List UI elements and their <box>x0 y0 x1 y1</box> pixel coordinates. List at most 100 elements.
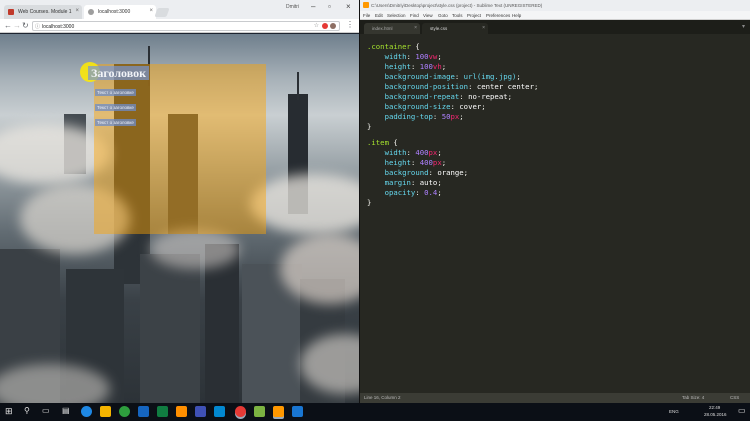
onedrive-icon[interactable] <box>214 406 225 417</box>
code-line: height: 400px; <box>384 158 447 167</box>
menu-find[interactable]: Find <box>410 13 419 18</box>
forward-arrow-icon[interactable]: → <box>13 21 21 30</box>
folder-icon[interactable] <box>100 406 111 417</box>
close-window-icon[interactable]: × <box>346 2 351 11</box>
tab-index-html[interactable]: index.html × <box>364 23 420 34</box>
sublime-taskbar-icon[interactable] <box>176 406 187 417</box>
code-line: } <box>367 198 372 207</box>
tab-title: localhost:3000 <box>98 9 131 15</box>
word-icon[interactable] <box>292 406 303 417</box>
tab-style-css[interactable]: style.css × <box>422 23 488 34</box>
menu-tools[interactable]: Tools <box>452 13 463 18</box>
maximize-icon[interactable]: ▫ <box>328 2 331 11</box>
page-info-icon[interactable]: ⓘ <box>35 23 40 30</box>
code-line: padding-top: 50px; <box>384 112 464 121</box>
minimize-icon[interactable]: – <box>311 2 315 11</box>
tab-size-selector[interactable]: Tab Size: 4 <box>682 395 704 400</box>
clock-time[interactable]: 22:49 <box>709 405 720 410</box>
code-line: background-position: center center; <box>384 82 539 91</box>
sublime-window: C:\Users\Dmitriy\Desktop\project\style.c… <box>359 0 750 403</box>
menu-goto[interactable]: Goto <box>438 13 448 18</box>
profile-name[interactable]: Dmitri <box>286 4 299 10</box>
search-icon[interactable]: ⚲ <box>24 406 30 415</box>
code-line: opacity: 0.4; <box>384 188 442 197</box>
close-tab-icon[interactable]: × <box>482 25 485 31</box>
page-text-line: Текст о заголовке <box>95 104 136 111</box>
page-text-line: Текст о заголовке <box>95 89 136 96</box>
app-icon[interactable] <box>195 406 206 417</box>
tab-localhost[interactable]: localhost:3000 × <box>84 5 156 19</box>
close-tab-icon[interactable]: × <box>414 25 417 31</box>
page-viewport: Заголовок Текст о заголовке Текст о заго… <box>0 34 359 403</box>
xbox-icon[interactable] <box>119 406 130 417</box>
tab-title: index.html <box>372 26 393 31</box>
syntax-selector[interactable]: CSS <box>730 395 739 400</box>
close-tab-icon[interactable]: × <box>149 8 153 14</box>
cloud-image <box>250 174 359 234</box>
menu-edit[interactable]: Edit <box>375 13 383 18</box>
menu-file[interactable]: File <box>363 13 370 18</box>
page-favicon-icon <box>88 9 94 15</box>
extension-icon[interactable] <box>330 23 336 29</box>
windows-start-icon[interactable]: ⊞ <box>5 406 13 417</box>
sublime-app-icon <box>363 2 369 8</box>
skyscraper-image <box>205 244 239 403</box>
language-indicator[interactable]: ENG <box>669 409 679 414</box>
sublime-menubar: File Edit Selection Find View Goto Tools… <box>360 11 750 20</box>
excel-icon[interactable] <box>157 406 168 417</box>
menu-selection[interactable]: Selection <box>387 13 406 18</box>
reload-icon[interactable]: ↻ <box>22 21 29 30</box>
sublime-titlebar: C:\Users\Dmitriy\Desktop\project\style.c… <box>360 0 750 11</box>
code-line: width: 400px; <box>384 148 442 157</box>
spire-image <box>297 72 299 100</box>
clock-date[interactable]: 28.05.2016 <box>704 412 727 417</box>
back-arrow-icon[interactable]: ← <box>4 21 12 30</box>
skyscraper-image <box>140 254 200 403</box>
notes-icon[interactable] <box>254 406 265 417</box>
sublime-running-icon[interactable] <box>273 406 284 417</box>
menu-preferences[interactable]: Preferences <box>486 13 510 18</box>
code-line: background-image: url(img.jpg); <box>384 72 521 81</box>
menu-view[interactable]: View <box>423 13 433 18</box>
edge-browser-icon[interactable] <box>81 406 92 417</box>
tab-title: style.css <box>430 26 448 31</box>
chrome-menu-icon[interactable]: ⋮ <box>346 20 354 29</box>
bookmark-star-icon[interactable]: ☆ <box>314 22 319 29</box>
code-line: .container { <box>367 42 420 51</box>
close-tab-icon[interactable]: × <box>75 8 79 14</box>
menu-project[interactable]: Project <box>467 13 481 18</box>
tab-title: Web Courses. Module 1 <box>18 9 72 15</box>
cursor-position: Line 16, Column 2 <box>364 395 401 400</box>
code-line: height: 100vh; <box>384 62 447 71</box>
code-editor[interactable]: .container { width: 100vw; height: 100vh… <box>360 38 750 393</box>
file-explorer-icon[interactable]: ▤ <box>62 406 70 415</box>
address-text: localhost:3000 <box>42 24 75 30</box>
store-icon[interactable] <box>138 406 149 417</box>
sublime-window-title: C:\Users\Dmitriy\Desktop\project\style.c… <box>371 3 543 8</box>
menu-help[interactable]: Help <box>512 13 521 18</box>
task-view-icon[interactable]: ▭ <box>42 406 50 415</box>
notifications-icon[interactable]: ▭ <box>738 406 746 415</box>
code-line: } <box>367 122 372 131</box>
course-favicon-icon <box>8 9 14 15</box>
new-tab-button[interactable] <box>154 8 170 17</box>
page-heading: Заголовок <box>88 66 150 80</box>
code-line: background: orange; <box>384 168 469 177</box>
tab-web-courses[interactable]: Web Courses. Module 1 × <box>4 5 82 19</box>
windows-taskbar: ⊞ ⚲ ▭ ▤ ENG 22:49 28.05.2016 ▭ <box>0 403 750 421</box>
extension-icon[interactable] <box>322 23 328 29</box>
sublime-statusbar: Line 16, Column 2 Tab Size: 4 CSS <box>360 393 750 403</box>
code-line: .item { <box>367 138 398 147</box>
page-text-line: Текст о заголовке <box>95 119 136 126</box>
code-line: background-repeat: no-repeat; <box>384 92 513 101</box>
code-line: margin: auto; <box>384 178 442 187</box>
address-bar[interactable]: ⓘ localhost:3000 ☆ <box>32 21 340 31</box>
chrome-titlebar: Web Courses. Module 1 × localhost:3000 ×… <box>0 0 359 19</box>
sublime-tabbar: index.html × style.css × ▾ <box>360 20 750 34</box>
cloud-image <box>150 229 240 269</box>
tab-list-icon[interactable]: ▾ <box>742 23 745 30</box>
chrome-taskbar-icon[interactable] <box>235 406 246 417</box>
code-line: width: 100vw; <box>384 52 442 61</box>
code-line: background-size: cover; <box>384 102 486 111</box>
chrome-window: Web Courses. Module 1 × localhost:3000 ×… <box>0 0 359 403</box>
